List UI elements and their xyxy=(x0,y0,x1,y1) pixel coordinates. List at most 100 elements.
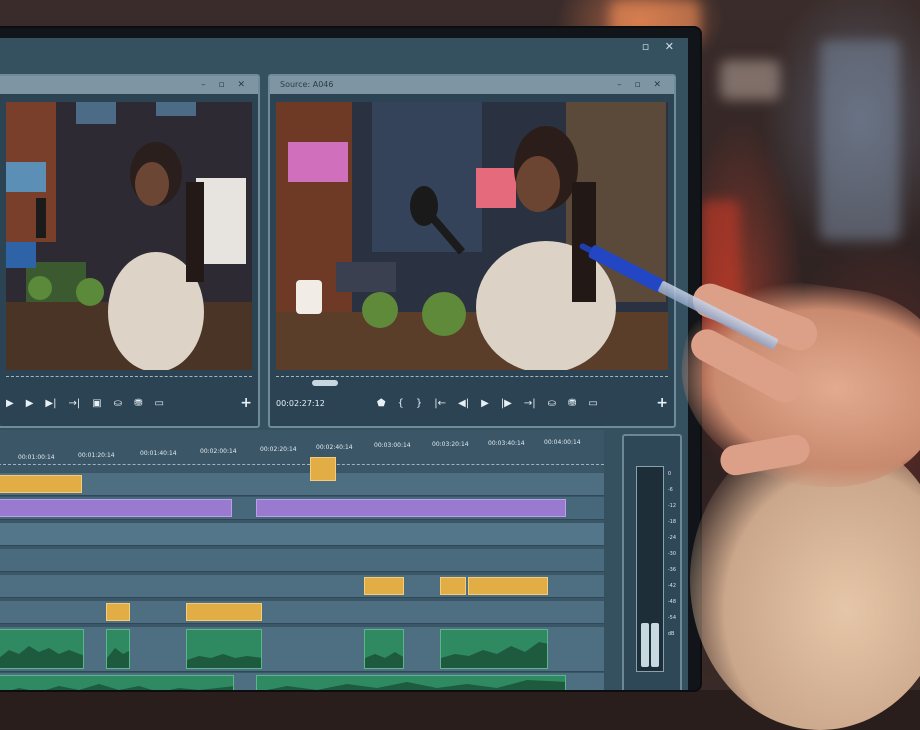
step-forward-icon-2[interactable]: |▶ xyxy=(501,398,512,409)
go-to-out-icon-2[interactable]: →| xyxy=(524,398,536,409)
video-track-2[interactable] xyxy=(0,496,604,520)
step-forward-icon[interactable]: ▶| xyxy=(45,398,56,409)
video-track-1[interactable] xyxy=(0,457,604,496)
audio-track-2[interactable] xyxy=(0,672,604,690)
wall-panel xyxy=(820,40,900,240)
timeline-panel: 00:01:00:14 00:01:20:14 00:01:40:14 00:0… xyxy=(0,430,604,690)
video-clip[interactable] xyxy=(468,577,548,595)
export-frame-icon-2[interactable]: ▭ xyxy=(588,398,597,409)
meter-scale-label: -42 xyxy=(667,583,676,589)
audio-clip[interactable] xyxy=(364,629,404,669)
program-monitor-title: – ▫ ✕ xyxy=(0,76,258,94)
editing-app-screen: ▫ ✕ – ▫ ✕ ▶ ▶ ▶| →| ▣ ⛀ ⛃ ▭ + Source: A0… xyxy=(0,38,688,690)
video-clip[interactable] xyxy=(440,577,466,595)
title-clip[interactable] xyxy=(0,499,232,517)
empty-track[interactable] xyxy=(0,522,604,546)
source-timecode[interactable]: 00:02:27:12 xyxy=(276,399,325,408)
ruler-label: 00:01:00:14 xyxy=(18,454,55,461)
meter-scale: 0 -6 -12 -18 -24 -30 -36 -42 -48 -54 dB xyxy=(668,466,676,642)
audio-clip[interactable] xyxy=(256,675,566,690)
meter-scale-label: -12 xyxy=(667,503,676,509)
play-icon-2[interactable]: ▶ xyxy=(481,398,489,409)
source-scrub-bar[interactable] xyxy=(276,376,668,386)
program-monitor-controls[interactable]: – ▫ ✕ xyxy=(201,76,250,94)
meter-scale-label: dB xyxy=(667,631,675,637)
right-channel-level xyxy=(651,623,659,667)
audio-clip[interactable] xyxy=(0,629,84,669)
left-channel-level xyxy=(641,623,649,667)
empty-track-2[interactable] xyxy=(0,548,604,572)
add-icon-2[interactable]: + xyxy=(656,395,668,411)
video-clip[interactable] xyxy=(364,577,404,595)
video-clip[interactable] xyxy=(186,603,262,621)
ruler-label: 00:02:20:14 xyxy=(260,446,297,453)
lift-icon[interactable]: ▭ xyxy=(154,398,163,409)
mark-out-icon[interactable]: } xyxy=(416,398,422,409)
waveform xyxy=(0,646,83,668)
waveform xyxy=(107,648,129,668)
video-clip[interactable] xyxy=(0,475,82,493)
title-clip[interactable] xyxy=(256,499,566,517)
waveform xyxy=(12,684,233,690)
video-clip[interactable] xyxy=(310,457,336,481)
audio-clip[interactable] xyxy=(0,675,234,690)
overwrite-icon-2[interactable]: ⛃ xyxy=(568,398,576,409)
go-to-in-icon[interactable]: |← xyxy=(434,398,446,409)
ruler-label: 00:03:00:14 xyxy=(374,442,411,449)
ruler-label: 00:02:40:14 xyxy=(316,444,353,451)
mark-in-icon[interactable]: { xyxy=(398,398,404,409)
window-controls[interactable]: ▫ ✕ xyxy=(642,40,680,53)
meter-scale-label: -48 xyxy=(667,599,676,605)
ruler-label: 00:01:40:14 xyxy=(140,450,177,457)
meter-scale-label: -36 xyxy=(667,567,676,573)
monitor: ▫ ✕ – ▫ ✕ ▶ ▶ ▶| →| ▣ ⛀ ⛃ ▭ + Source: A0… xyxy=(0,28,700,690)
overwrite-icon[interactable]: ⛃ xyxy=(134,398,142,409)
export-frame-icon[interactable]: ▣ xyxy=(92,398,101,409)
audio-clip[interactable] xyxy=(106,629,130,669)
program-transport: ▶ ▶ ▶| →| ▣ ⛀ ⛃ ▭ + xyxy=(6,392,252,414)
source-playhead[interactable] xyxy=(312,380,338,386)
audio-level-meter: 0 -6 -12 -18 -24 -30 -36 -42 -48 -54 dB xyxy=(622,434,682,690)
meter-scale-label: -6 xyxy=(667,487,673,493)
video-track-3[interactable] xyxy=(0,574,604,598)
source-monitor-title: Source: A046 – ▫ ✕ xyxy=(270,76,674,94)
play-icon[interactable]: ▶ xyxy=(26,398,34,409)
program-monitor-panel: – ▫ ✕ ▶ ▶ ▶| →| ▣ ⛀ ⛃ ▭ + xyxy=(0,74,260,428)
audio-clip[interactable] xyxy=(440,629,548,669)
audio-track-1[interactable] xyxy=(0,626,604,672)
go-to-out-icon[interactable]: →| xyxy=(68,398,80,409)
meter-scale-label: -30 xyxy=(667,551,676,557)
podcast-frame-left xyxy=(6,102,252,370)
ruler-label: 00:03:40:14 xyxy=(488,440,525,447)
source-monitor-title-text: Source: A046 xyxy=(280,80,334,89)
ruler-label: 00:04:00:14 xyxy=(544,439,581,446)
step-back-icon[interactable]: ▶ xyxy=(6,398,14,409)
meter-scale-label: -54 xyxy=(667,615,676,621)
add-icon[interactable]: + xyxy=(240,395,252,411)
meter-well xyxy=(636,466,664,672)
waveform xyxy=(267,680,565,690)
meter-scale-label: -18 xyxy=(667,519,676,525)
step-back-icon-2[interactable]: ◀| xyxy=(458,398,469,409)
source-monitor-controls[interactable]: – ▫ ✕ xyxy=(617,76,666,94)
waveform xyxy=(441,642,547,668)
source-video-frame xyxy=(276,102,668,370)
program-video-frame xyxy=(6,102,252,370)
ruler-label: 00:02:00:14 xyxy=(200,448,237,455)
video-track-4[interactable] xyxy=(0,600,604,624)
video-clip[interactable] xyxy=(106,603,130,621)
meter-scale-label: 0 xyxy=(667,471,672,477)
marker-icon[interactable]: ⬟ xyxy=(377,398,386,409)
audio-clip[interactable] xyxy=(186,629,262,669)
insert-icon[interactable]: ⛀ xyxy=(114,398,122,409)
ruler-label: 00:03:20:14 xyxy=(432,441,469,448)
program-scrub-bar[interactable] xyxy=(6,376,252,385)
source-monitor-panel: Source: A046 – ▫ ✕ 00:02:27:12 ⬟ {} |← … xyxy=(268,74,676,428)
timeline-ruler[interactable]: 00:01:00:14 00:01:20:14 00:01:40:14 00:0… xyxy=(0,438,604,465)
waveform xyxy=(365,652,403,668)
shelf-light xyxy=(720,60,780,100)
insert-icon-2[interactable]: ⛀ xyxy=(548,398,556,409)
meter-scale-label: -24 xyxy=(667,535,676,541)
podcast-frame-right xyxy=(276,102,668,370)
source-transport: 00:02:27:12 ⬟ { } |← ◀| ▶ |▶ →| ⛀ ⛃ ▭ + xyxy=(276,392,668,414)
